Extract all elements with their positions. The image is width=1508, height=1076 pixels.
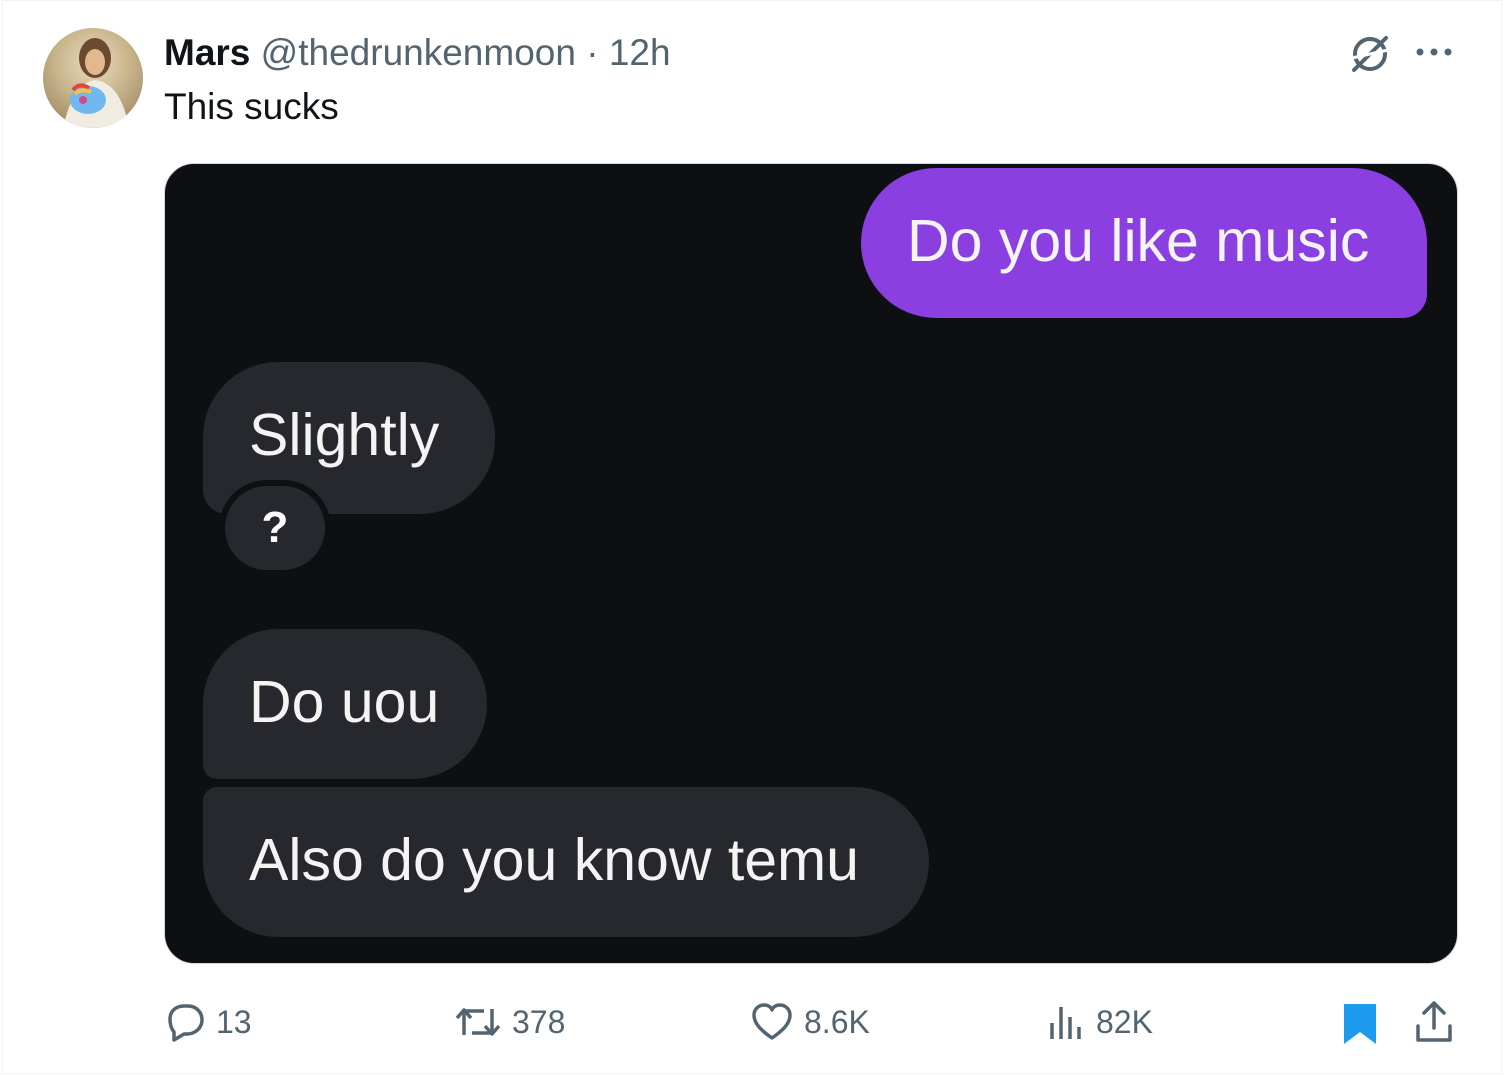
tweet-time[interactable]: 12h: [609, 32, 671, 73]
reaction-badge: ?: [219, 480, 331, 576]
repost-button[interactable]: 378: [454, 1000, 565, 1044]
reply-icon: [168, 1004, 204, 1042]
repost-icon: [455, 1008, 501, 1036]
like-button[interactable]: 8.6K: [750, 1000, 870, 1044]
message-bubble-received: Do uou: [203, 629, 487, 779]
media-image[interactable]: Do you like music Slightly ? Do uou Also…: [164, 163, 1458, 964]
tweet-text: This sucks: [164, 86, 339, 127]
share-icon[interactable]: [1412, 1000, 1456, 1044]
bookmark-icon[interactable]: [1340, 1002, 1380, 1046]
reply-button[interactable]: 13: [164, 1000, 252, 1044]
separator-dot: ·: [586, 32, 599, 73]
views-icon: [1050, 1007, 1081, 1039]
avatar[interactable]: [43, 28, 143, 128]
message-bubble-received: Also do you know temu: [203, 787, 929, 937]
author-handle[interactable]: @thedrunkenmoon: [261, 32, 576, 73]
views-count: 82K: [1096, 1003, 1153, 1040]
like-count: 8.6K: [804, 1003, 870, 1040]
tweet-header: Mars @thedrunkenmoon · 12h: [164, 31, 671, 75]
message-bubble-sent: Do you like music: [861, 168, 1427, 318]
author-name[interactable]: Mars: [164, 32, 250, 73]
more-icon[interactable]: [1414, 40, 1454, 64]
reply-count: 13: [216, 1003, 252, 1040]
like-icon: [752, 1003, 792, 1040]
views-button[interactable]: 82K: [1044, 1000, 1153, 1044]
repost-count: 378: [512, 1003, 566, 1040]
grok-icon[interactable]: [1348, 32, 1392, 76]
